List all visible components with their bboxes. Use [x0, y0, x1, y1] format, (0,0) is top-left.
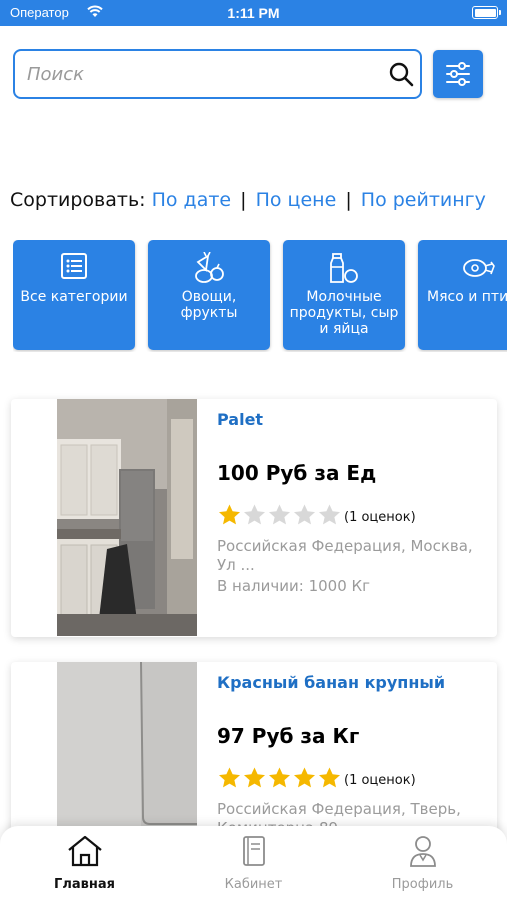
rating-stars — [217, 766, 342, 794]
tab-label: Главная — [54, 877, 115, 892]
product-title[interactable]: Palet — [217, 410, 263, 429]
category-vegetables-fruits[interactable]: Овощи, фрукты — [148, 240, 270, 350]
tab-home[interactable]: Главная — [0, 826, 169, 900]
star-filled-icon — [244, 767, 265, 788]
dairy-icon — [330, 253, 358, 283]
product-rating: (1 оценок) — [217, 503, 416, 531]
product-photo[interactable] — [57, 399, 197, 636]
tab-label: Профиль — [391, 877, 454, 892]
category-label: Молочные продукты, сыр и яйца — [289, 289, 399, 337]
tab-cabinet[interactable]: Кабинет — [169, 826, 338, 900]
star-filled-icon — [219, 767, 240, 788]
search-box — [13, 49, 422, 99]
tab-profile[interactable]: Профиль — [338, 826, 507, 900]
category-meat[interactable]: Мясо и птица — [418, 240, 507, 350]
star-empty-icon — [294, 504, 315, 525]
status-bar: Оператор 1:11 PM — [0, 0, 507, 26]
battery-icon — [472, 6, 501, 19]
sort-by-date-link[interactable]: По дате — [152, 189, 232, 211]
star-filled-icon — [319, 767, 340, 788]
kitchen-photo — [57, 399, 197, 636]
sort-separator: | — [240, 189, 247, 211]
category-dairy[interactable]: Молочные продукты, сыр и яйца — [283, 240, 405, 350]
sort-separator: | — [345, 189, 352, 211]
star-filled-icon — [294, 767, 315, 788]
clock: 1:11 PM — [227, 5, 280, 21]
star-filled-icon — [269, 767, 290, 788]
sort-label: Сортировать: — [10, 189, 146, 211]
vegetables-icon — [195, 252, 224, 283]
product-price: 100 Руб за Ед — [217, 461, 377, 485]
product-card[interactable]: Palet 100 Руб за Ед (1 оценок) Российска… — [11, 399, 497, 637]
product-title[interactable]: Красный банан крупный — [217, 673, 445, 692]
cabinet-icon — [242, 836, 265, 866]
sort-by-rating-link[interactable]: По рейтингу — [361, 189, 486, 211]
star-filled-icon — [219, 504, 240, 525]
product-price: 97 Руб за Кг — [217, 724, 360, 748]
home-icon — [67, 835, 102, 867]
search-icon[interactable] — [388, 61, 414, 87]
category-label: Овощи, фрукты — [180, 289, 238, 321]
rating-count: (1 оценок) — [344, 509, 416, 525]
product-photo[interactable] — [57, 662, 197, 842]
meat-icon — [463, 259, 495, 277]
category-all[interactable]: Все категории — [13, 240, 135, 350]
product-address: Российская Федерация, Москва, Ул ... — [217, 537, 473, 574]
sort-row: Сортировать: По дате | По цене | По рейт… — [10, 189, 486, 211]
search-input[interactable] — [27, 61, 387, 87]
rating-stars — [217, 503, 342, 531]
rating-count: (1 оценок) — [344, 772, 416, 788]
product-card[interactable]: Красный банан крупный 97 Руб за Кг (1 оц… — [11, 662, 497, 842]
profile-icon — [409, 836, 436, 867]
filter-button[interactable] — [433, 50, 483, 98]
star-empty-icon — [269, 504, 290, 525]
category-label: Мясо и птица — [427, 289, 507, 305]
star-empty-icon — [319, 504, 340, 525]
category-label: Все категории — [20, 289, 128, 305]
list-icon — [61, 253, 87, 279]
sort-by-price-link[interactable]: По цене — [256, 189, 337, 211]
product-stock: В наличии: 1000 Кг — [217, 577, 371, 595]
wall-photo — [57, 662, 197, 842]
filter-sliders-icon — [446, 62, 470, 86]
star-empty-icon — [244, 504, 265, 525]
category-carousel[interactable]: Все категории Овощи, фрукты Молочные про… — [13, 240, 507, 352]
bottom-tab-bar: Главная Кабинет Профиль — [0, 826, 507, 900]
tab-label: Кабинет — [224, 877, 283, 892]
product-rating: (1 оценок) — [217, 766, 416, 794]
